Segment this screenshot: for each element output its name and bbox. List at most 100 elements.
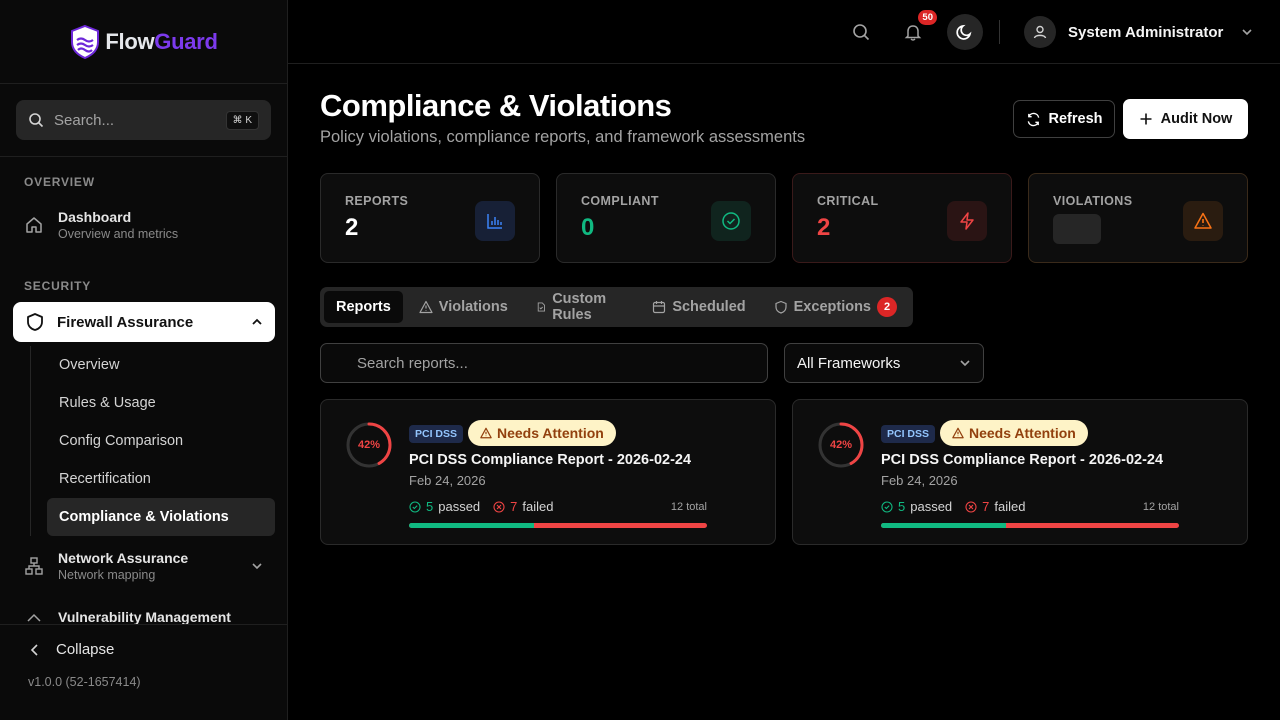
report-card[interactable]: 42% PCI DSS Needs Attention PCI DSS Comp… — [320, 399, 776, 545]
warning-icon — [952, 427, 964, 439]
tab-exceptions[interactable]: Exceptions 2 — [762, 291, 909, 323]
global-search-button[interactable] — [843, 14, 879, 50]
framework-select[interactable]: All Frameworks — [784, 343, 984, 383]
tab-custom-rules[interactable]: Custom Rules — [524, 291, 636, 323]
network-label: Network Assurance — [58, 550, 189, 566]
sidebar-search-placeholder: Search... — [54, 111, 115, 129]
home-icon — [26, 217, 42, 233]
brand-logo[interactable]: FlowGuard — [0, 0, 287, 84]
dashboard-sub: Overview and metrics — [58, 227, 179, 241]
top-bar: 50 System Administrator — [288, 0, 1280, 64]
report-date: Feb 24, 2026 — [881, 473, 958, 488]
refresh-icon — [1027, 112, 1039, 126]
sidebar-item-firewall-assurance[interactable]: Firewall Assurance — [13, 302, 275, 342]
sidebar-search[interactable]: Search... ⌘ K — [16, 100, 271, 140]
stat-value-loading — [1053, 214, 1101, 244]
theme-toggle-button[interactable] — [947, 14, 983, 50]
tab-reports[interactable]: Reports — [324, 291, 403, 323]
sidebar-item-network-assurance[interactable]: Network Assurance Network mapping — [0, 550, 287, 582]
network-sub: Network mapping — [58, 568, 156, 582]
collapse-label: Collapse — [56, 641, 115, 658]
search-icon — [29, 113, 44, 128]
tab-label: Violations — [438, 299, 508, 315]
warning-icon — [1194, 212, 1212, 229]
network-icon — [25, 557, 43, 575]
score-percent: 42% — [357, 439, 381, 451]
pass-fail-bar — [881, 523, 1179, 528]
user-icon — [1033, 25, 1047, 39]
header-divider — [999, 20, 1000, 44]
report-card[interactable]: 42% PCI DSS Needs Attention PCI DSS Comp… — [792, 399, 1248, 545]
tab-scheduled[interactable]: Scheduled — [640, 291, 757, 323]
shield-icon — [27, 313, 43, 331]
subnav-item-rules-usage[interactable]: Rules & Usage — [31, 384, 275, 422]
section-title-security: SECURITY — [24, 279, 92, 293]
user-name: System Administrator — [1068, 23, 1224, 41]
warning-icon — [480, 427, 492, 439]
stat-card-reports: REPORTS 2 — [320, 173, 540, 263]
stat-card-critical: CRITICAL 2 — [792, 173, 1012, 263]
sidebar: FlowGuard Search... ⌘ K OVERVIEW Dashboa… — [0, 0, 288, 720]
chevron-down-icon — [960, 360, 970, 367]
subnav-item-config-comparison[interactable]: Config Comparison — [31, 422, 275, 460]
stat-card-compliant: COMPLIANT 0 — [556, 173, 776, 263]
tab-label: Scheduled — [672, 299, 746, 315]
failed-count: 7 — [982, 499, 990, 514]
tab-violations[interactable]: Violations — [407, 291, 520, 323]
stat-icon-box — [711, 201, 751, 241]
chevron-up-icon — [252, 318, 262, 325]
passed-count: 5 — [426, 499, 434, 514]
status-badge: Needs Attention — [940, 420, 1088, 446]
sidebar-item-vulnerability-management[interactable]: Vulnerability Management — [0, 610, 255, 624]
failed-label: failed — [522, 499, 554, 514]
report-counts: 5 passed 7 failed — [881, 499, 1025, 514]
subnav-item-recertification[interactable]: Recertification — [31, 460, 275, 498]
x-circle-icon — [965, 500, 977, 513]
total-count: 12 total — [1142, 501, 1179, 513]
bell-icon — [904, 25, 922, 41]
framework-badge: PCI DSS — [881, 425, 936, 443]
notifications-button[interactable]: 50 — [895, 10, 937, 50]
subnav-item-compliance-violations[interactable]: Compliance & Violations — [47, 498, 275, 536]
shield-icon — [775, 300, 787, 314]
passed-label: passed — [438, 499, 481, 514]
app-version: v1.0.0 (52-1657414) — [28, 675, 141, 689]
pass-bar-fill — [881, 523, 1007, 528]
firewall-subnav: Overview Rules & Usage Config Comparison… — [30, 346, 275, 536]
notifications-badge: 50 — [918, 10, 937, 25]
warning-icon — [419, 300, 433, 314]
sidebar-item-dashboard[interactable]: Dashboard Overview and metrics — [0, 209, 202, 241]
section-title-overview: OVERVIEW — [24, 175, 95, 189]
check-circle-icon — [409, 500, 421, 513]
report-title: PCI DSS Compliance Report - 2026-02-24 — [409, 452, 692, 468]
page-subtitle: Policy violations, compliance reports, a… — [320, 128, 806, 146]
search-shortcut: ⌘ K — [225, 110, 259, 130]
check-circle-icon — [722, 212, 740, 230]
framework-badge: PCI DSS — [409, 425, 464, 443]
refresh-button[interactable]: Refresh — [1013, 100, 1115, 138]
moon-icon — [956, 24, 972, 40]
brand-name: FlowGuard — [105, 28, 218, 54]
collapse-button[interactable]: Collapse — [28, 641, 259, 658]
user-menu[interactable]: System Administrator — [1024, 16, 1253, 48]
avatar — [1024, 16, 1056, 48]
tab-label: Custom Rules — [552, 291, 607, 323]
bar-chart-icon — [487, 214, 502, 229]
page-title: Compliance & Violations — [320, 88, 672, 123]
failed-count: 7 — [510, 499, 518, 514]
audit-now-button[interactable]: Audit Now — [1123, 99, 1248, 139]
chevron-down-icon — [252, 563, 262, 570]
search-icon — [853, 24, 870, 41]
passed-count: 5 — [898, 499, 906, 514]
pass-bar-fill — [409, 523, 535, 528]
score-percent: 42% — [829, 439, 853, 451]
check-circle-icon — [881, 500, 893, 513]
subnav-item-overview[interactable]: Overview — [31, 346, 275, 384]
failed-label: failed — [994, 499, 1026, 514]
vulnerability-icon — [27, 613, 41, 622]
vuln-label: Vulnerability Management — [58, 610, 231, 624]
logo-shield-icon — [71, 24, 100, 59]
reports-search-input[interactable]: Search reports... — [320, 343, 768, 383]
status-label: Needs Attention — [969, 425, 1076, 441]
chevron-left-icon — [30, 643, 38, 656]
